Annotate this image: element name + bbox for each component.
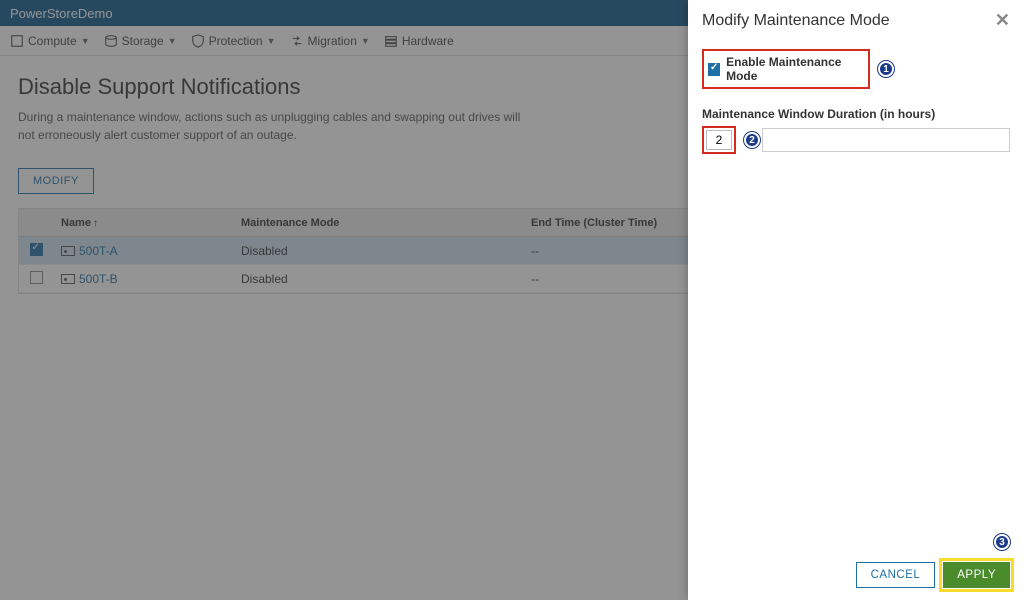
enable-maintenance-checkbox[interactable] (708, 63, 720, 76)
callout-1: 1 (878, 61, 894, 77)
callout-2: 2 (744, 132, 760, 148)
cancel-button[interactable]: CANCEL (856, 562, 936, 588)
modify-maintenance-panel: Modify Maintenance Mode ✕ Enable Mainten… (688, 0, 1024, 600)
callout-3: 3 (994, 534, 1010, 550)
duration-label: Maintenance Window Duration (in hours) (702, 107, 1010, 121)
duration-input[interactable] (706, 130, 732, 150)
enable-maintenance-label: Enable Maintenance Mode (726, 55, 864, 83)
close-icon[interactable]: ✕ (995, 10, 1010, 31)
duration-bar[interactable] (762, 128, 1010, 152)
enable-maintenance-row[interactable]: Enable Maintenance Mode (702, 49, 870, 89)
panel-title: Modify Maintenance Mode (702, 12, 890, 30)
apply-button[interactable]: APPLY (943, 562, 1010, 588)
